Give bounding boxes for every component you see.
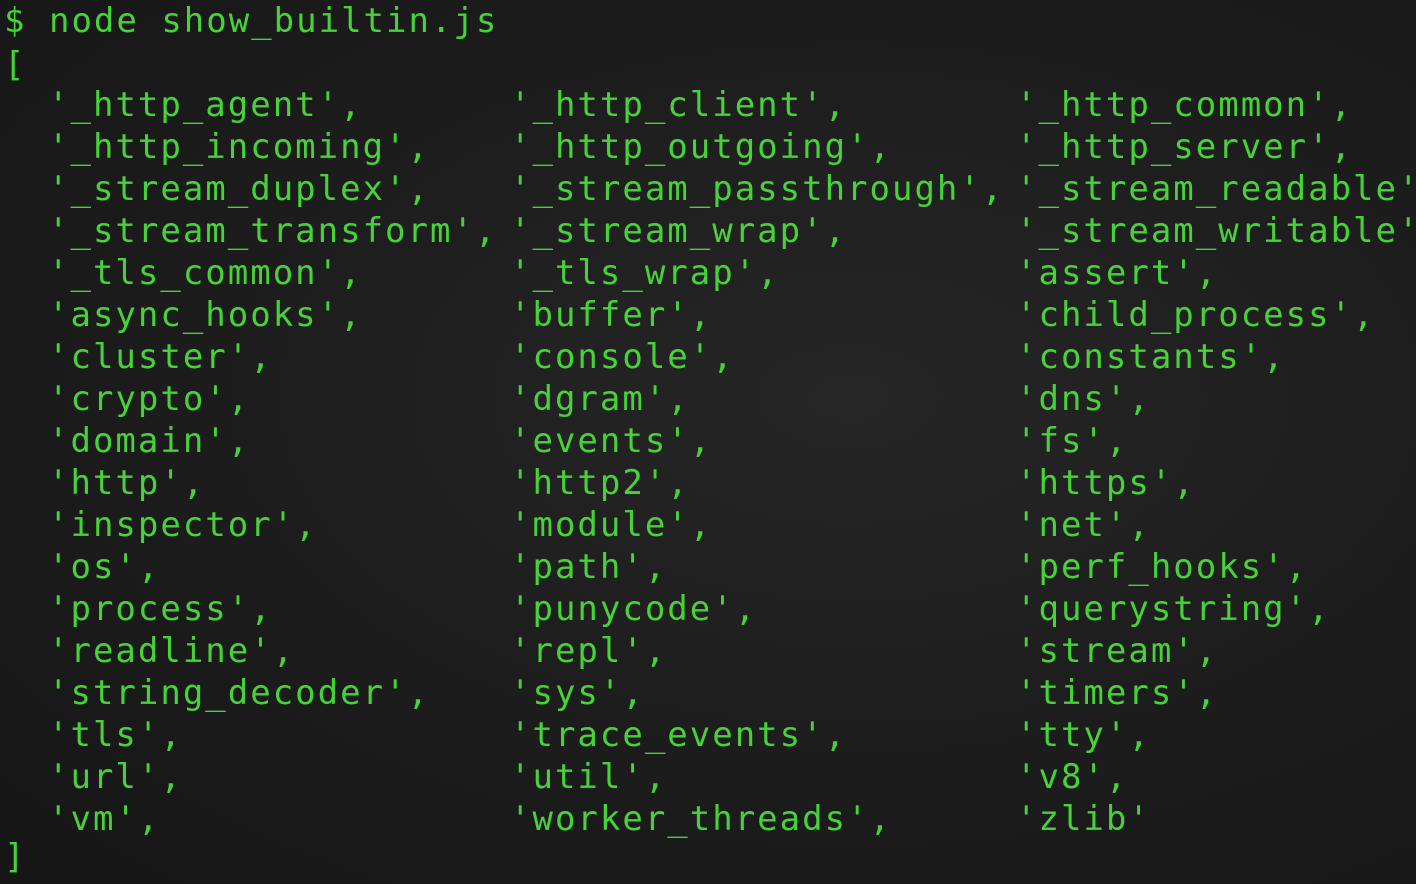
module-name: 'os', (48, 547, 161, 587)
module-name: 'v8', (1016, 757, 1129, 797)
module-name: '_stream_writable' (1016, 211, 1416, 251)
array-open-bracket: [ (4, 45, 27, 85)
module-name: '_http_incoming', (48, 127, 430, 167)
module-name: 'perf_hooks', (1016, 547, 1309, 587)
module-name: 'trace_events', (510, 715, 848, 755)
module-name: '_http_server', (1016, 127, 1354, 167)
command-text: node show_builtin.js (48, 1, 499, 41)
module-name: 'process', (48, 589, 273, 629)
module-name: 'tty', (1016, 715, 1151, 755)
module-name: 'child_process', (1016, 295, 1376, 335)
module-name: '_http_outgoing', (510, 127, 892, 167)
module-name: 'url', (48, 757, 183, 797)
module-name: 'tls', (48, 715, 183, 755)
module-name: 'constants', (1016, 337, 1286, 377)
module-name: 'sys', (510, 673, 645, 713)
module-name: 'events', (510, 421, 713, 461)
module-name: 'util', (510, 757, 668, 797)
module-name: '_stream_readable' (1016, 169, 1416, 209)
module-name: 'buffer', (510, 295, 713, 335)
module-name: 'https', (1016, 463, 1196, 503)
module-name: 'net', (1016, 505, 1151, 545)
module-name: 'path', (510, 547, 668, 587)
module-name: 'dgram', (510, 379, 690, 419)
module-name: '_stream_wrap', (510, 211, 848, 251)
module-name: 'console', (510, 337, 735, 377)
module-name: '_http_common', (1016, 85, 1354, 125)
module-name: 'punycode', (510, 589, 758, 629)
module-name: 'querystring', (1016, 589, 1331, 629)
prompt-symbol: $ (4, 1, 27, 41)
module-name: '_stream_transform', (48, 211, 498, 251)
module-name: 'cluster', (48, 337, 273, 377)
terminal-window[interactable]: $ node show_builtin.js [ '_http_agent', '… (0, 0, 1416, 884)
module-name: 'dns', (1016, 379, 1151, 419)
module-name: '_http_agent', (48, 85, 363, 125)
module-name: 'zlib' (1016, 799, 1151, 839)
module-name: 'stream', (1016, 631, 1219, 671)
module-name: '_stream_duplex', (48, 169, 430, 209)
array-close-bracket: ] (4, 837, 27, 877)
module-name: 'http2', (510, 463, 690, 503)
module-name: 'string_decoder', (48, 673, 430, 713)
module-name: 'http', (48, 463, 206, 503)
module-name: '_tls_common', (48, 253, 363, 293)
module-name: 'vm', (48, 799, 161, 839)
module-name: '_stream_passthrough', (510, 169, 1005, 209)
module-name: 'worker_threads', (510, 799, 892, 839)
module-name: 'timers', (1016, 673, 1219, 713)
module-name: 'fs', (1016, 421, 1129, 461)
module-name: '_tls_wrap', (510, 253, 780, 293)
module-name: 'module', (510, 505, 713, 545)
module-name: 'readline', (48, 631, 296, 671)
module-name: 'inspector', (48, 505, 318, 545)
module-name: 'domain', (48, 421, 251, 461)
module-name: 'async_hooks', (48, 295, 363, 335)
command-line: $ node show_builtin.js (4, 0, 498, 42)
module-name: '_http_client', (510, 85, 848, 125)
module-name: 'crypto', (48, 379, 251, 419)
module-name: 'repl', (510, 631, 668, 671)
module-name: 'assert', (1016, 253, 1219, 293)
